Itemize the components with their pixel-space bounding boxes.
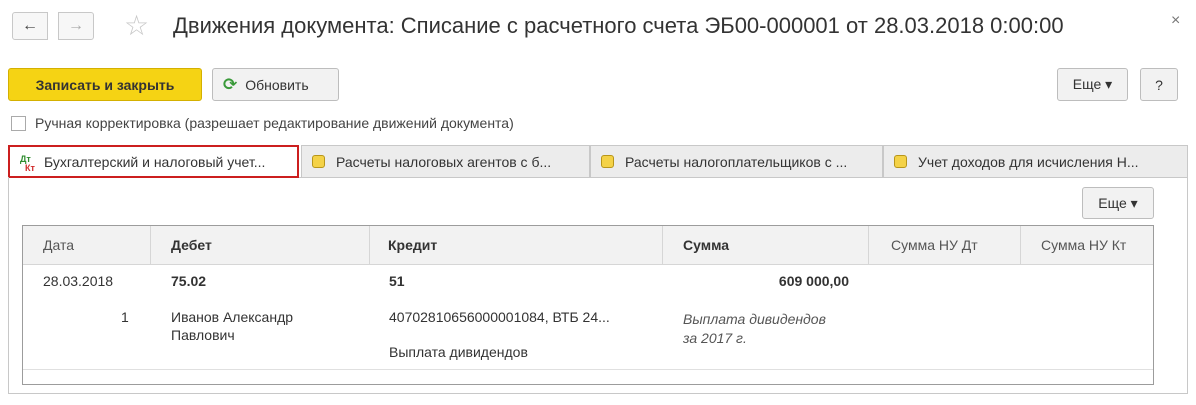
dt-kt-icon: Дт Кт	[20, 154, 35, 172]
help-button[interactable]: ?	[1140, 68, 1178, 101]
column-header-nu-kt[interactable]: Сумма НУ Кт	[1021, 226, 1153, 264]
back-button[interactable]: ←	[12, 12, 48, 40]
column-header-amount[interactable]: Сумма	[663, 226, 869, 264]
arrow-left-icon: ←	[22, 17, 38, 34]
refresh-icon: ⟳	[223, 74, 238, 94]
table-header: Дата Дебет Кредит Сумма Сумма НУ Дт Сумм…	[23, 226, 1153, 265]
kt-text: Кт	[25, 162, 35, 173]
column-header-date[interactable]: Дата	[23, 226, 151, 264]
refresh-label: Обновить	[245, 76, 309, 93]
cell-content-line1: Выплата дивидендов	[683, 311, 826, 327]
save-and-close-button[interactable]: Записать и закрыть	[8, 68, 202, 101]
entries-table[interactable]: Дата Дебет Кредит Сумма Сумма НУ Дт Сумм…	[22, 225, 1154, 385]
tab-taxpayers[interactable]: Расчеты налогоплательщиков с ...	[590, 145, 883, 177]
tab-label: Расчеты налоговых агентов с б...	[336, 153, 552, 170]
cell-debit-subconto: Иванов Александр	[171, 309, 294, 325]
help-label: ?	[1155, 76, 1163, 93]
arrow-right-icon: →	[68, 17, 84, 34]
refresh-button[interactable]: ⟳ Обновить	[212, 68, 339, 101]
cell-debit-account: 75.02	[171, 273, 207, 289]
cell-amount: 609 000,00	[778, 273, 849, 289]
manual-edit-label: Ручная корректировка (разрешает редактир…	[35, 115, 514, 131]
table-more-button[interactable]: Еще ▾	[1082, 187, 1154, 219]
page-title: Движения документа: Списание с расчетног…	[173, 13, 1064, 38]
column-header-credit[interactable]: Кредит	[370, 226, 663, 264]
tab-label: Бухгалтерский и налоговый учет...	[44, 153, 266, 170]
cell-debit-subconto-2: Павлович	[171, 327, 235, 343]
more-button[interactable]: Еще ▾	[1057, 68, 1128, 101]
more-label: Еще ▾	[1072, 76, 1113, 92]
cell-credit-account: 51	[389, 273, 405, 289]
tab-income[interactable]: Учет доходов для исчисления Н...	[883, 145, 1188, 177]
register-tabs: Дт Кт Бухгалтерский и налоговый учет... …	[8, 145, 1188, 178]
column-header-debit[interactable]: Дебет	[151, 226, 370, 264]
register-icon	[601, 154, 615, 169]
cell-date: 28.03.2018	[43, 273, 114, 289]
close-icon[interactable]: ×	[1171, 12, 1180, 30]
register-icon	[894, 154, 908, 169]
tab-accounting[interactable]: Дт Кт Бухгалтерский и налоговый учет...	[8, 145, 299, 178]
tab-tax-agents[interactable]: Расчеты налоговых агентов с б...	[301, 145, 590, 177]
cell-content-line2: за 2017 г.	[683, 330, 747, 346]
tab-label: Учет доходов для исчисления Н...	[918, 153, 1139, 170]
horizontal-scrollbar[interactable]	[23, 369, 1153, 384]
save-and-close-label: Записать и закрыть	[35, 76, 175, 93]
favorite-star-icon[interactable]: ☆	[124, 10, 149, 42]
column-header-nu-dt[interactable]: Сумма НУ Дт	[869, 226, 1021, 264]
manual-edit-checkbox[interactable]	[11, 116, 26, 131]
forward-button[interactable]: →	[58, 12, 94, 40]
tab-label: Расчеты налогоплательщиков с ...	[625, 153, 848, 170]
table-more-label: Еще ▾	[1098, 194, 1138, 211]
cell-credit-subconto-2: Выплата дивидендов	[389, 344, 528, 360]
cell-line-number: 1	[121, 309, 129, 325]
register-icon	[312, 154, 326, 169]
cell-credit-subconto: 40702810656000001084, ВТБ 24...	[389, 309, 610, 325]
